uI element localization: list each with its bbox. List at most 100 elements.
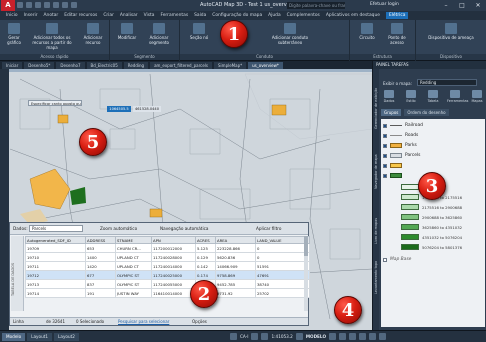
side-tab-livro[interactable]: Livro de mapas (374, 218, 378, 244)
adicionar-conduto-button[interactable]: Adicionar conduto subterrâneo (260, 23, 320, 45)
column-header[interactable]: ADDRESS (85, 236, 116, 244)
table-cell[interactable]: 117240014000 (151, 261, 196, 271)
tab-inicio[interactable]: Inicio (6, 13, 18, 18)
tab-configuracao-mapa[interactable]: Configuração do mapa (212, 13, 262, 18)
table-cell[interactable]: 0 (255, 243, 310, 253)
polar-icon[interactable] (339, 333, 347, 340)
table-cell[interactable]: 117200012000 (151, 243, 196, 253)
adicionar-recurso-button[interactable]: Adicionar recurso (78, 23, 108, 45)
ponto-acesso-button[interactable]: Ponto de acesso (382, 23, 412, 45)
layer-checkbox[interactable] (383, 153, 387, 158)
doc-tab-active[interactable]: us_overview* (248, 61, 283, 69)
side-tab-gerenciador[interactable]: Gerenciador de exibição (374, 88, 378, 129)
layer-map-base[interactable]: Map Base (383, 255, 483, 264)
minimize-icon[interactable]: – (440, 1, 452, 10)
table-cell[interactable]: 677 (85, 270, 116, 280)
undo-icon[interactable] (62, 2, 68, 8)
table-cell[interactable]: 837 (85, 279, 116, 289)
table-cell[interactable]: 116410014000 (151, 288, 196, 298)
maximize-icon[interactable]: □ (456, 1, 468, 10)
tab-ferramentas[interactable]: Ferramentas (160, 13, 188, 18)
table-cell[interactable]: 0.142 (195, 261, 216, 271)
column-header[interactable]: Autogenerated_SDF_ID (25, 236, 86, 244)
adicionar-todos-button[interactable]: Adicionar todos os recursos a partir do … (28, 23, 76, 50)
table-cell[interactable]: 0 (255, 252, 310, 262)
close-icon[interactable]: ✕ (472, 1, 484, 10)
nav-auto-button[interactable]: Navegação automática (160, 226, 208, 231)
table-cell[interactable]: 19709 (25, 243, 86, 253)
table-cell[interactable]: 117240055000 (151, 279, 196, 289)
app-logo-icon[interactable]: A (1, 0, 15, 11)
table-cell[interactable]: OLYMPIC ST (115, 279, 152, 289)
gerar-grafico-button[interactable]: Gerar gráfico (3, 23, 25, 45)
secao-no-button[interactable]: Seção nó (186, 23, 212, 40)
side-tab-navegador[interactable]: Navegador de mapa (374, 154, 378, 189)
snap-icon[interactable] (261, 333, 269, 340)
dados-tool[interactable]: Dados (381, 90, 397, 106)
zoom-auto-button[interactable]: Zoom automático (100, 226, 137, 231)
subtab-grupos[interactable]: Grupos (381, 109, 402, 116)
data-source-select[interactable]: Parcels (29, 225, 83, 232)
table-cell[interactable]: 5620.836 (215, 252, 256, 262)
osnap-icon[interactable] (295, 333, 303, 340)
tab-inserir[interactable]: Inserir (24, 13, 38, 18)
doc-tab[interactable]: am_export_filtered_parcels (150, 61, 213, 69)
table-cell[interactable]: 38740 (255, 279, 310, 289)
table-cell[interactable]: 19711 (25, 261, 86, 271)
ortho-icon[interactable] (329, 333, 337, 340)
table-cell[interactable]: OLYMPIC ST (115, 270, 152, 280)
search-select-link[interactable]: Pesquisar para selecionar (118, 319, 169, 324)
tabela-tool[interactable]: Tabela (425, 90, 441, 106)
coord-y-input[interactable]: 461528.0440 (133, 106, 161, 112)
model-space-button[interactable]: MODELO (306, 334, 326, 339)
table-cell[interactable]: 223228.866 (215, 243, 256, 253)
workspace-icon[interactable] (349, 333, 357, 340)
customize-icon[interactable] (369, 333, 377, 340)
table-row[interactable]: 19709 653 CHURN CR... 117200012000 5.125 2232… (25, 243, 310, 253)
table-cell[interactable]: 47691 (255, 270, 310, 280)
hamburger-menu-icon[interactable] (379, 333, 387, 340)
table-cell[interactable]: 14066.909 (215, 261, 256, 271)
map-select[interactable]: Redding (417, 79, 477, 86)
tab-saida[interactable]: Saída (194, 13, 206, 18)
circuito-button[interactable]: Circuito (354, 23, 380, 40)
layer-checkbox[interactable] (383, 123, 387, 128)
table-cell[interactable]: 51591 (255, 261, 310, 271)
table-cell[interactable]: 19712 (25, 270, 86, 280)
table-row-selected[interactable]: 19712 677 OLYMPIC ST 117240025000 0.174 9758.… (25, 270, 310, 280)
coord-system-icon[interactable] (230, 333, 237, 340)
tab-anotar[interactable]: Anotar (44, 13, 59, 18)
tab-layout1[interactable]: Layout1 (27, 333, 53, 341)
table-cell[interactable]: 117240028000 (151, 252, 196, 262)
options-button[interactable]: Opções (192, 319, 207, 324)
mapas-tool[interactable]: Mapas (469, 90, 485, 106)
table-row[interactable]: 19713837OLYMPIC ST1172400550000.1469452.… (25, 279, 310, 289)
coord-x-input[interactable]: 1064505.5 (107, 106, 131, 112)
scale-label[interactable]: 1:41053.2 (271, 334, 292, 339)
tab-complementos[interactable]: Complementos (287, 13, 320, 18)
doc-tab[interactable]: Redding (123, 61, 149, 69)
layer-unnamed-yellow[interactable] (383, 161, 483, 170)
subtab-ordem-desenho[interactable]: Ordem do desenho (404, 109, 449, 116)
layer-checkbox[interactable] (383, 173, 387, 178)
column-header[interactable]: LAND_VALUE (255, 236, 310, 244)
table-cell[interactable]: 653 (85, 243, 116, 253)
table-cell[interactable]: 0.174 (195, 270, 216, 280)
table-cell[interactable]: 1420 (85, 261, 116, 271)
scrollbar-thumb[interactable] (304, 236, 308, 256)
layer-roads[interactable]: Roads (383, 131, 483, 140)
search-input[interactable]: Digite palavra-chave ou frase (287, 2, 345, 9)
doc-tab[interactable]: Bd_Electric05 (86, 61, 122, 69)
annotation-icon[interactable] (359, 333, 367, 340)
table-row[interactable]: 19710 1400 UPLAND CT 117240028000 0.129 5620.… (25, 252, 310, 262)
save-icon[interactable] (35, 2, 41, 8)
doc-tab[interactable]: SimpleMap* (214, 61, 247, 69)
column-header[interactable]: STNAME (115, 236, 152, 244)
table-cell[interactable]: 19714 (25, 288, 86, 298)
adicionar-segmento-button[interactable]: Adicionar segmento (142, 23, 176, 45)
table-row[interactable]: 19714191JUSTIN WAY1164100140000.1819731.… (25, 288, 310, 298)
save-as-icon[interactable] (44, 2, 50, 8)
grid-icon[interactable] (251, 333, 259, 340)
table-cell[interactable]: 5.125 (195, 243, 216, 253)
column-header[interactable]: ACRES (195, 236, 216, 244)
